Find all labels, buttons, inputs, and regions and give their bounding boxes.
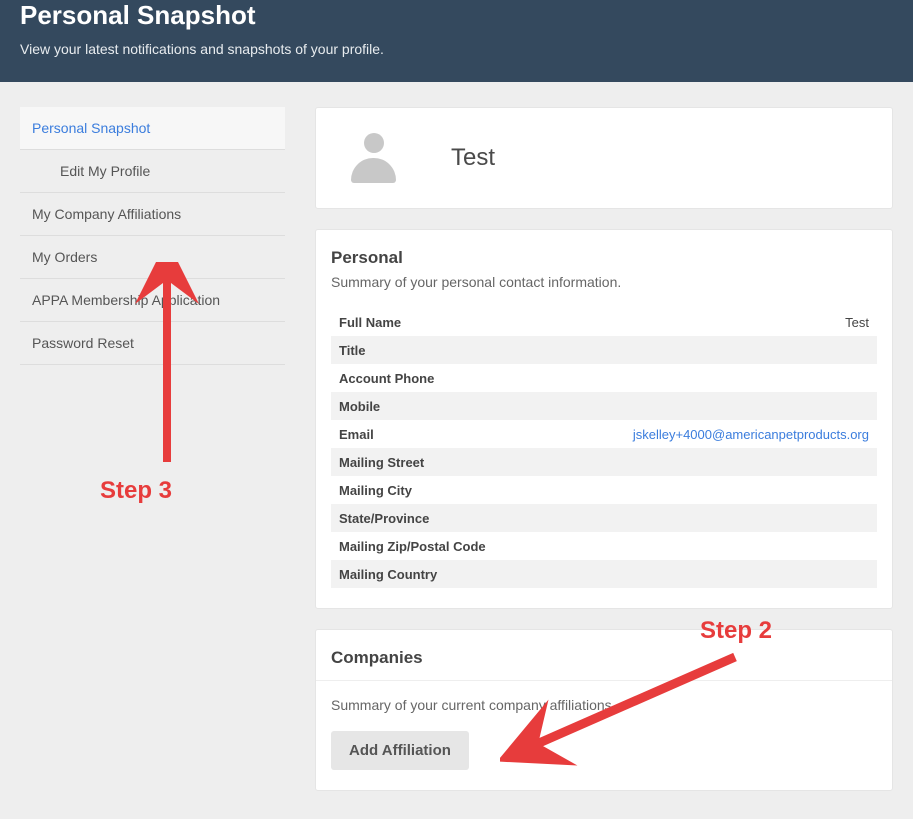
field-value <box>545 532 877 560</box>
main-column: Test Personal Summary of your personal c… <box>315 107 893 791</box>
nav-personal-snapshot[interactable]: Personal Snapshot <box>20 107 285 150</box>
field-label: Mobile <box>331 392 545 420</box>
add-affiliation-button[interactable]: Add Affiliation <box>331 731 469 770</box>
table-row: Full NameTest <box>331 308 877 336</box>
field-value <box>545 560 877 588</box>
nav-appa-membership-application[interactable]: APPA Membership Application <box>20 279 285 322</box>
table-row: Mailing Country <box>331 560 877 588</box>
personal-title: Personal <box>331 248 877 268</box>
field-value: Test <box>545 308 877 336</box>
field-value <box>545 336 877 364</box>
field-value[interactable]: jskelley+4000@americanpetproducts.org <box>545 420 877 448</box>
content-area: Personal Snapshot Edit My Profile My Com… <box>0 82 913 816</box>
personal-table: Full NameTestTitleAccount PhoneMobileEma… <box>331 308 877 588</box>
nav-password-reset[interactable]: Password Reset <box>20 322 285 365</box>
page-title: Personal Snapshot <box>20 0 893 31</box>
field-value <box>545 364 877 392</box>
table-row: Mailing City <box>331 476 877 504</box>
divider <box>316 680 892 681</box>
table-row: Title <box>331 336 877 364</box>
nav-my-orders[interactable]: My Orders <box>20 236 285 279</box>
profile-name: Test <box>451 144 495 172</box>
nav-my-company-affiliations[interactable]: My Company Affiliations <box>20 193 285 236</box>
table-row: State/Province <box>331 504 877 532</box>
field-label: Mailing Zip/Postal Code <box>331 532 545 560</box>
field-value <box>545 448 877 476</box>
personal-subtitle: Summary of your personal contact informa… <box>331 274 877 290</box>
field-label: Mailing Country <box>331 560 545 588</box>
table-row: Mobile <box>331 392 877 420</box>
companies-card: Companies Summary of your current compan… <box>315 629 893 791</box>
sidebar-nav: Personal Snapshot Edit My Profile My Com… <box>20 107 285 365</box>
table-row: Emailjskelley+4000@americanpetproducts.o… <box>331 420 877 448</box>
table-row: Mailing Zip/Postal Code <box>331 532 877 560</box>
page-subtitle: View your latest notifications and snaps… <box>20 41 893 57</box>
field-label: Email <box>331 420 545 448</box>
companies-subtitle: Summary of your current company affiliat… <box>331 697 877 713</box>
field-label: Full Name <box>331 308 545 336</box>
field-label: State/Province <box>331 504 545 532</box>
personal-card: Personal Summary of your personal contac… <box>315 229 893 609</box>
field-label: Mailing Street <box>331 448 545 476</box>
table-row: Mailing Street <box>331 448 877 476</box>
nav-edit-my-profile[interactable]: Edit My Profile <box>20 150 285 193</box>
field-value <box>545 392 877 420</box>
companies-title: Companies <box>331 648 877 668</box>
field-value <box>545 504 877 532</box>
field-value <box>545 476 877 504</box>
page-header: Personal Snapshot View your latest notif… <box>0 0 913 82</box>
table-row: Account Phone <box>331 364 877 392</box>
profile-card: Test <box>315 107 893 209</box>
field-label: Account Phone <box>331 364 545 392</box>
field-label: Title <box>331 336 545 364</box>
avatar-icon <box>351 133 396 183</box>
field-label: Mailing City <box>331 476 545 504</box>
annotation-step3-label: Step 3 <box>100 477 172 505</box>
